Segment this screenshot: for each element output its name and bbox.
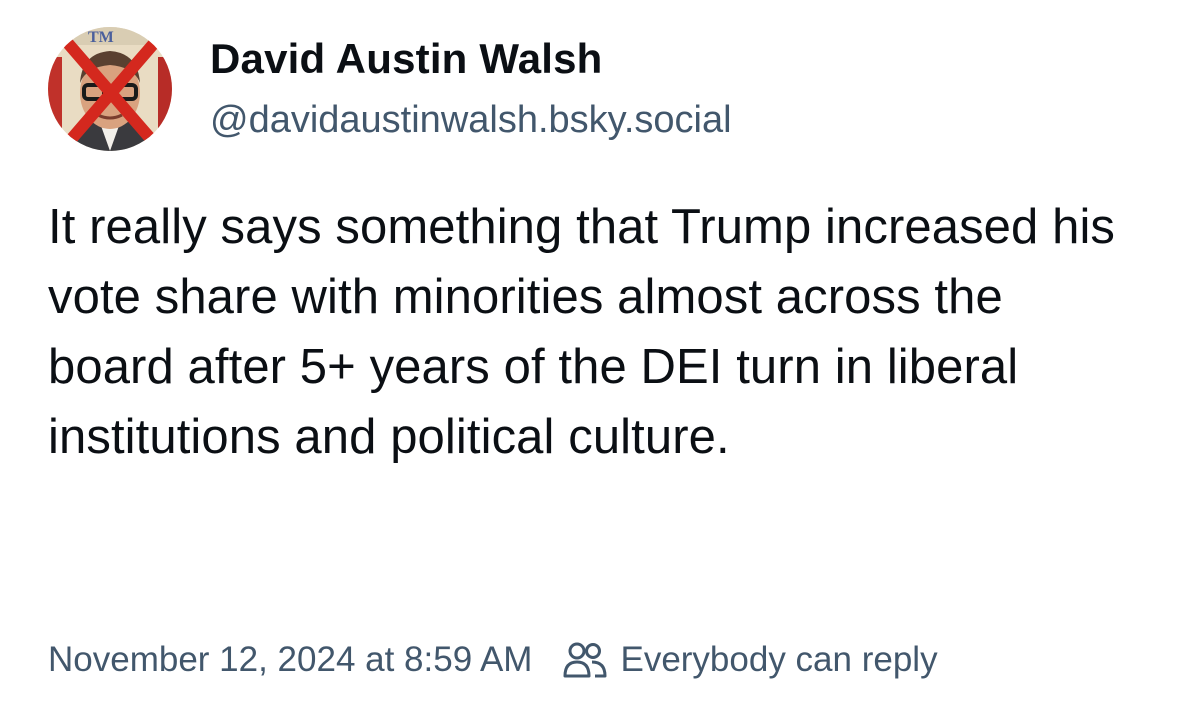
portrait-with-red-x-avatar: TM <box>48 27 172 151</box>
post-timestamp: November 12, 2024 at 8:59 AM <box>48 640 533 679</box>
svg-text:TM: TM <box>88 29 114 46</box>
author-avatar[interactable]: TM <box>48 27 172 151</box>
people-icon <box>562 640 608 680</box>
post-footer: November 12, 2024 at 8:59 AM Everybody c… <box>48 636 938 684</box>
author-names: David Austin Walsh @davidaustinwalsh.bsk… <box>210 33 732 145</box>
author-handle[interactable]: @davidaustinwalsh.bsky.social <box>210 95 732 145</box>
reply-setting-label: Everybody can reply <box>620 640 938 679</box>
post-header: TM David Austin Walsh @davidaustinwalsh.… <box>48 27 732 151</box>
author-display-name[interactable]: David Austin Walsh <box>210 33 732 85</box>
post-card: TM David Austin Walsh @davidaustinwalsh.… <box>0 0 1179 712</box>
post-text: It really says something that Trump incr… <box>48 200 1116 464</box>
reply-setting[interactable]: Everybody can reply <box>562 640 938 680</box>
